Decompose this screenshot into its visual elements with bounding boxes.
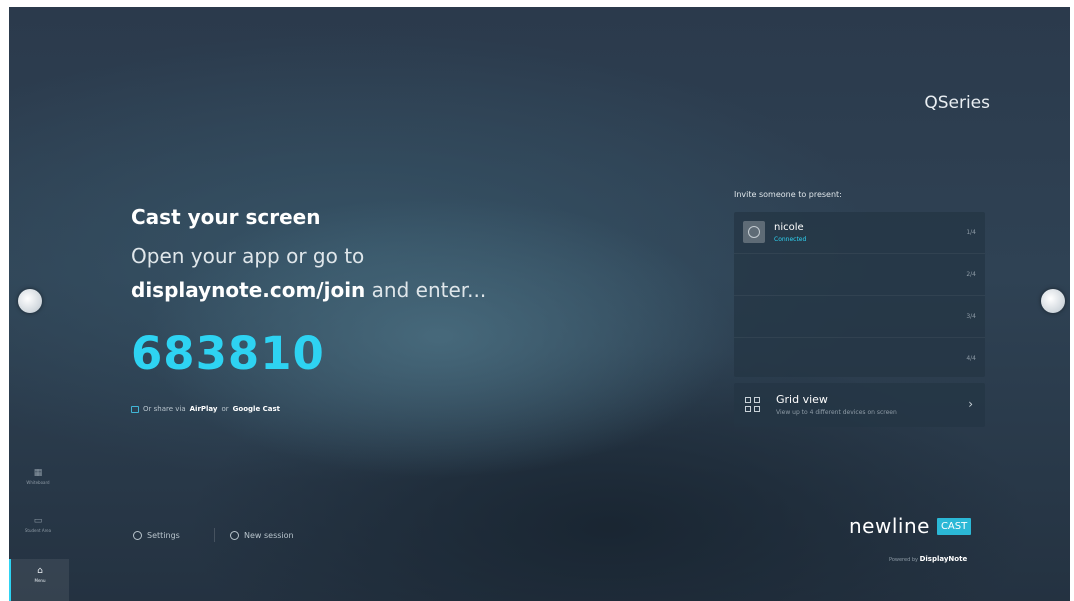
presenter-slot-4[interactable]: 4/4 <box>734 338 985 379</box>
session-code: 683810 <box>131 327 325 380</box>
grid-view-title: Grid view <box>776 393 828 406</box>
settings-label: Settings <box>147 531 180 540</box>
settings-button[interactable]: Settings <box>133 531 180 540</box>
newline-cast-logo: newline CAST <box>849 514 972 538</box>
sidebar: ▦ Whiteboard ▭ Student Area ⌂ Menu <box>9 455 69 601</box>
presenter-list: nicole Connected 1/4 2/4 3/4 4/4 <box>734 212 985 377</box>
brand-name: QSeries <box>924 93 990 113</box>
invite-heading: Invite someone to present: <box>734 190 842 199</box>
sidebar-item-label: Student Area <box>24 528 52 533</box>
join-suffix: and enter... <box>365 278 487 302</box>
grid-icon <box>745 397 761 413</box>
powered-by: Powered by DisplayNote <box>889 555 967 563</box>
join-url: displaynote.com/join <box>131 278 366 302</box>
right-handle[interactable] <box>1041 289 1065 313</box>
presenter-status: Connected <box>774 236 807 243</box>
display-frame: QSeries Cast your screen Open your app o… <box>0 0 1074 601</box>
chevron-right-icon: › <box>968 397 973 411</box>
sidebar-item-menu[interactable]: ⌂ Menu <box>9 559 69 601</box>
sidebar-item-student-area[interactable]: ▭ Student Area <box>9 509 67 549</box>
logo-word: newline <box>849 514 930 538</box>
slot-index: 3/4 <box>966 313 976 320</box>
sidebar-item-whiteboard[interactable]: ▦ Whiteboard <box>9 461 67 501</box>
left-handle[interactable] <box>18 289 42 313</box>
page-title: Cast your screen <box>131 205 321 229</box>
slot-index: 4/4 <box>966 355 976 362</box>
sidebar-item-label: Whiteboard <box>26 480 50 485</box>
join-instruction: displaynote.com/join and enter... <box>131 278 486 302</box>
presenter-slot-2[interactable]: 2/4 <box>734 254 985 296</box>
presenter-name: nicole <box>774 222 804 233</box>
grid-view-button[interactable]: Grid view View up to 4 different devices… <box>734 383 985 427</box>
grid-view-subtitle: View up to 4 different devices on screen <box>776 409 897 416</box>
presenter-slot-1[interactable]: nicole Connected 1/4 <box>734 212 985 254</box>
powered-by-brand: DisplayNote <box>919 555 968 563</box>
cast-icon <box>131 405 139 413</box>
new-session-label: New session <box>244 531 294 540</box>
share-options[interactable]: Or share via AirPlay or Google Cast <box>131 405 280 413</box>
share-or: or <box>221 405 229 413</box>
logo-badge: CAST <box>936 517 972 535</box>
powered-by-text: Powered by <box>889 557 918 563</box>
refresh-icon <box>230 531 239 540</box>
cast-home-screen: QSeries Cast your screen Open your app o… <box>9 7 1070 601</box>
google-cast-link[interactable]: Google Cast <box>233 405 280 413</box>
presenter-slot-3[interactable]: 3/4 <box>734 296 985 338</box>
divider <box>214 528 215 542</box>
slot-index: 1/4 <box>966 229 976 236</box>
home-icon: ⌂ <box>37 566 43 576</box>
share-prefix: Or share via <box>143 405 186 413</box>
airplay-link[interactable]: AirPlay <box>190 405 218 413</box>
whiteboard-icon: ▦ <box>33 468 43 478</box>
sidebar-item-label: Menu <box>34 578 46 583</box>
instruction-line: Open your app or go to <box>131 244 365 268</box>
gear-icon <box>133 531 142 540</box>
new-session-button[interactable]: New session <box>230 531 294 540</box>
folder-icon: ▭ <box>33 516 43 526</box>
avatar <box>743 221 765 243</box>
slot-index: 2/4 <box>966 271 976 278</box>
